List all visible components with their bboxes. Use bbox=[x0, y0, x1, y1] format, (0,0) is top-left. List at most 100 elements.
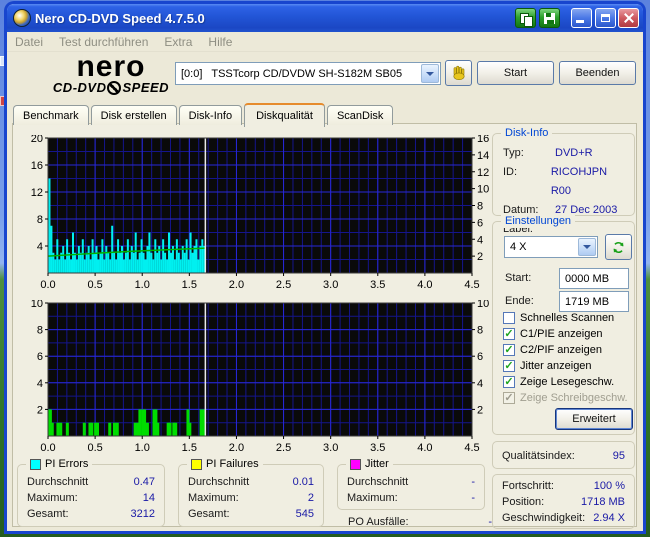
start-field-label: Start: bbox=[505, 272, 532, 284]
checkbox-label: Schnelles Scannen bbox=[520, 312, 615, 324]
close-button[interactable] bbox=[618, 8, 639, 28]
menu-datei[interactable]: Datei bbox=[15, 35, 43, 49]
svg-text:2.0: 2.0 bbox=[229, 279, 244, 291]
copy-icon bbox=[524, 16, 533, 27]
svg-text:0.0: 0.0 bbox=[40, 442, 55, 454]
stat-label: Maximum: bbox=[27, 492, 78, 504]
svg-text:4: 4 bbox=[37, 378, 43, 390]
stat-value: - bbox=[471, 476, 475, 488]
refresh-button[interactable] bbox=[605, 234, 632, 260]
quality-index-label: Qualitätsindex: bbox=[502, 450, 575, 462]
save-icon bbox=[544, 12, 555, 24]
erweitert-button[interactable]: Erweitert bbox=[555, 408, 633, 430]
speed-select[interactable]: 4 X bbox=[504, 236, 598, 258]
po-ausfaelle-value: - bbox=[488, 516, 492, 528]
window-title: Nero CD-DVD Speed 4.7.5.0 bbox=[35, 10, 205, 26]
svg-text:4: 4 bbox=[477, 378, 483, 390]
stat-label: Durchschnitt bbox=[27, 476, 89, 488]
quality-index-value: 95 bbox=[612, 450, 625, 462]
geschwindigkeit-value: 2.94 X bbox=[593, 512, 625, 524]
checkbox-checked-icon[interactable]: ✓ bbox=[503, 344, 515, 356]
checkbox-checked-icon[interactable]: ✓ bbox=[503, 376, 515, 388]
menu-hilfe[interactable]: Hilfe bbox=[208, 35, 232, 49]
stat-value: 545 bbox=[295, 508, 314, 520]
position-label: Position: bbox=[502, 496, 545, 508]
pi-failures-panel: PI Failures Durchschnitt 0.01 Maximum: 2 G… bbox=[178, 457, 324, 527]
tab-bar: Benchmark Disk erstellen Disk-Info Diskq… bbox=[13, 101, 395, 127]
po-ausfaelle-row: PO Ausfälle: - bbox=[339, 514, 501, 530]
settings-checkbox-4[interactable]: ✓ Zeige Lesegeschw. bbox=[503, 374, 633, 390]
svg-text:3.5: 3.5 bbox=[370, 442, 385, 454]
stat-value: 3212 bbox=[130, 508, 155, 520]
svg-text:10: 10 bbox=[477, 184, 489, 196]
eject-button[interactable] bbox=[445, 60, 472, 86]
svg-text:12: 12 bbox=[31, 187, 43, 199]
start-field[interactable]: 0000 MB bbox=[559, 268, 629, 289]
svg-text:6: 6 bbox=[477, 217, 483, 229]
svg-text:1.0: 1.0 bbox=[135, 279, 150, 291]
settings-checkbox-1[interactable]: ✓ C1/PIE anzeigen bbox=[503, 326, 633, 342]
svg-text:1.0: 1.0 bbox=[135, 442, 150, 454]
svg-text:12: 12 bbox=[477, 167, 489, 179]
svg-text:8: 8 bbox=[37, 214, 43, 226]
end-field[interactable]: 1719 MB bbox=[559, 291, 629, 312]
svg-text:4: 4 bbox=[37, 241, 43, 253]
checkbox-label: C2/PIF anzeigen bbox=[520, 344, 602, 356]
chevron-down-icon[interactable] bbox=[578, 238, 596, 256]
titlebar[interactable]: Nero CD-DVD Speed 4.7.5.0 bbox=[7, 4, 643, 32]
settings-checkbox-3[interactable]: ✓ Jitter anzeigen bbox=[503, 358, 633, 374]
svg-text:1.5: 1.5 bbox=[182, 279, 197, 291]
save-results-button[interactable] bbox=[539, 8, 560, 28]
disk-typ-value: DVD+R bbox=[555, 147, 593, 159]
chevron-down-icon[interactable] bbox=[421, 64, 439, 83]
logo-speed-text: SPEED bbox=[122, 80, 170, 95]
svg-text:3.5: 3.5 bbox=[370, 279, 385, 291]
svg-text:4.0: 4.0 bbox=[417, 442, 432, 454]
svg-text:2: 2 bbox=[477, 404, 483, 416]
maximize-button[interactable] bbox=[595, 8, 616, 28]
pi-errors-chart: 481216202468101214160.0 0.5 1.0 1.5 2.0 2.5 3.… bbox=[31, 135, 490, 291]
svg-text:3.0: 3.0 bbox=[323, 279, 338, 291]
tab-disk-info[interactable]: Disk-Info bbox=[178, 105, 243, 125]
tab-benchmark[interactable]: Benchmark bbox=[13, 105, 89, 125]
minimize-icon bbox=[576, 20, 584, 23]
refresh-icon bbox=[613, 241, 624, 253]
checkbox-checked-icon[interactable]: ✓ bbox=[503, 360, 515, 372]
svg-text:4.5: 4.5 bbox=[464, 442, 479, 454]
settings-checkbox-0[interactable]: Schnelles Scannen bbox=[503, 310, 633, 326]
eject-hand-icon bbox=[453, 65, 464, 81]
copy-results-button[interactable] bbox=[515, 8, 536, 28]
tab-disk-erstellen[interactable]: Disk erstellen bbox=[90, 105, 177, 125]
stat-value: 0.01 bbox=[292, 476, 314, 488]
minimize-button[interactable] bbox=[571, 8, 592, 28]
checkbox-unchecked-icon[interactable] bbox=[503, 312, 515, 324]
settings-checkbox-list: Schnelles Scannen ✓ C1/PIE anzeigen ✓ C2/PIF… bbox=[503, 310, 633, 406]
settings-checkbox-2[interactable]: ✓ C2/PIF anzeigen bbox=[503, 342, 633, 358]
pi-failures-color-swatch bbox=[191, 458, 202, 470]
stat-label: Durchschnitt bbox=[188, 476, 250, 488]
checkbox-label: Jitter anzeigen bbox=[520, 360, 592, 372]
geschwindigkeit-label: Geschwindigkeit: bbox=[502, 512, 586, 524]
pi-errors-color-swatch bbox=[30, 458, 41, 470]
fortschritt-label: Fortschritt: bbox=[502, 480, 554, 492]
menu-test-durchfuehren[interactable]: Test durchführen bbox=[59, 35, 148, 49]
menu-extra[interactable]: Extra bbox=[164, 35, 192, 49]
checkbox-checked-icon[interactable]: ✓ bbox=[503, 328, 515, 340]
disk-id-value: RICOHJPN R00 bbox=[550, 166, 608, 197]
svg-text:2.0: 2.0 bbox=[229, 442, 244, 454]
svg-text:10: 10 bbox=[477, 300, 489, 310]
stat-value: 0.47 bbox=[133, 476, 155, 488]
settings-panel: Einstellungen 4 X Start: 0000 MB Ende: 1… bbox=[492, 214, 635, 435]
nero-wordmark: nero bbox=[76, 50, 146, 83]
beenden-button[interactable]: Beenden bbox=[559, 61, 636, 85]
start-button[interactable]: Start bbox=[477, 61, 554, 85]
tab-scandisk[interactable]: ScanDisk bbox=[326, 105, 394, 125]
jitter-color-swatch bbox=[350, 458, 361, 470]
disk-typ-label: Typ: bbox=[503, 147, 524, 159]
po-ausfaelle-label: PO Ausfälle: bbox=[348, 516, 409, 528]
drive-select[interactable]: [0:0] TSSTcorp CD/DVDW SH-S182M SB05 bbox=[175, 62, 441, 85]
stat-label: Gesamt: bbox=[188, 508, 230, 520]
tab-diskqualitaet[interactable]: Diskqualität bbox=[244, 103, 325, 127]
checkbox-label: Zeige Lesegeschw. bbox=[520, 376, 615, 388]
checkbox-checked-icon: ✓ bbox=[503, 392, 515, 404]
